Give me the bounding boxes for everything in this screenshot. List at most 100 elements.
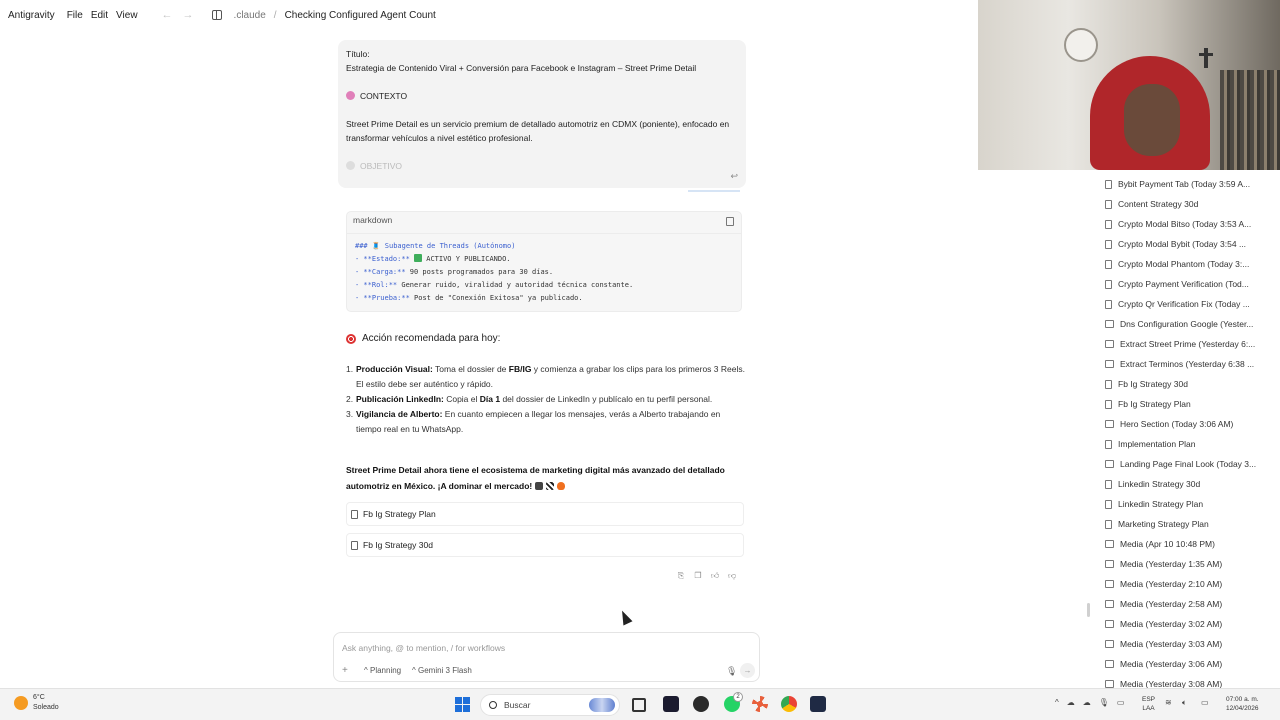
image-file-icon xyxy=(1105,420,1114,428)
back-arrow-icon[interactable]: ← xyxy=(162,9,173,21)
prompt-next-label: OBJETIVO xyxy=(360,161,403,171)
sidebar-artifact-item[interactable]: Implementation Plan xyxy=(1096,434,1280,454)
forward-arrow-icon[interactable]: → xyxy=(183,9,194,21)
microphone-icon[interactable]: 🎙︎ xyxy=(726,666,737,677)
sidebar-artifact-label: Media (Yesterday 3:02 AM) xyxy=(1120,619,1223,629)
chrome-icon[interactable] xyxy=(781,696,797,712)
sidebar-artifact-item[interactable]: Landing Page Final Look (Today 3... xyxy=(1096,454,1280,474)
sidebar-artifact-item[interactable]: Bybit Payment Tab (Today 3:59 A... xyxy=(1096,174,1280,194)
bookmark-icon[interactable]: ⎘ xyxy=(676,571,686,581)
document-icon xyxy=(1105,259,1112,269)
search-highlight-image xyxy=(589,698,615,712)
sidebar-artifact-item[interactable]: Marketing Strategy Plan xyxy=(1096,514,1280,534)
code-content: ### 🧵 Subagente de Threads (Autónomo) - … xyxy=(355,240,633,305)
sidebar-artifact-item[interactable]: Fb Ig Strategy 30d xyxy=(1096,374,1280,394)
prompt-context-heading: CONTEXTO xyxy=(346,89,738,103)
sidebar-artifact-item[interactable]: Media (Yesterday 3:08 AM) xyxy=(1096,674,1280,688)
sidebar-artifact-item[interactable]: Dns Configuration Google (Yester... xyxy=(1096,314,1280,334)
menu-edit[interactable]: Edit xyxy=(91,10,108,21)
sidebar-artifact-item[interactable]: Linkedin Strategy 30d xyxy=(1096,474,1280,494)
weather-widget[interactable]: 6°C Soleado xyxy=(14,693,59,713)
sidebar-artifact-item[interactable]: Media (Yesterday 2:58 AM) xyxy=(1096,594,1280,614)
document-icon xyxy=(1105,219,1112,229)
antigravity-icon[interactable] xyxy=(810,696,826,712)
claude-icon[interactable] xyxy=(752,696,768,712)
brain-icon xyxy=(346,91,355,100)
image-file-icon xyxy=(1105,640,1114,648)
search-icon xyxy=(489,701,497,709)
breadcrumb-root[interactable]: .claude xyxy=(234,10,266,21)
weather-condition: Soleado xyxy=(33,704,59,711)
volume-icon[interactable]: 🔈︎ xyxy=(1182,698,1187,708)
sidebar-artifact-item[interactable]: Media (Yesterday 3:02 AM) xyxy=(1096,614,1280,634)
file-link-fb-ig-strategy-30d[interactable]: Fb Ig Strategy 30d xyxy=(346,533,744,557)
sidebar-artifact-item[interactable]: Crypto Modal Bitso (Today 3:53 A... xyxy=(1096,214,1280,234)
sidebar-artifact-item[interactable]: Media (Yesterday 1:35 AM) xyxy=(1096,554,1280,574)
image-file-icon xyxy=(1105,540,1114,548)
undo-icon[interactable]: ↩ xyxy=(730,169,738,183)
code-line-5-key: - **Prueba:** xyxy=(355,294,410,302)
sidebar-artifact-label: Linkedin Strategy Plan xyxy=(1118,499,1204,509)
sidebar-artifact-item[interactable]: Hero Section (Today 3:06 AM) xyxy=(1096,414,1280,434)
menu-file[interactable]: File xyxy=(67,10,83,21)
sidebar-artifact-item[interactable]: Media (Apr 10 10:48 PM) xyxy=(1096,534,1280,554)
sidebar-artifact-item[interactable]: Media (Yesterday 3:03 AM) xyxy=(1096,634,1280,654)
taskbar-clock[interactable]: 07:00 a. m. 12/04/2026 xyxy=(1226,695,1259,713)
checkered-flag-icon xyxy=(546,481,555,490)
send-button[interactable]: → xyxy=(740,663,755,678)
thumbs-up-icon[interactable]: 👍︎ xyxy=(710,571,720,581)
copy-message-icon[interactable]: ❐ xyxy=(693,571,703,581)
add-context-icon[interactable]: + xyxy=(342,665,348,676)
app-icon-dark[interactable] xyxy=(693,696,709,712)
chevron-up-icon[interactable]: ^ xyxy=(1055,698,1059,707)
temperature: 6°C xyxy=(33,694,45,701)
wifi-icon[interactable]: ≋ xyxy=(1165,698,1172,707)
sidebar-artifact-item[interactable]: Crypto Modal Bybit (Today 3:54 ... xyxy=(1096,234,1280,254)
menu-view[interactable]: View xyxy=(116,10,138,21)
wall-cross xyxy=(1199,48,1213,68)
document-icon xyxy=(351,509,358,519)
message-actions: ⎘ ❐ 👍︎ 👎︎ xyxy=(676,571,737,581)
sidebar-artifact-item[interactable]: Linkedin Strategy Plan xyxy=(1096,494,1280,514)
file-link-fb-ig-strategy-plan[interactable]: Fb Ig Strategy Plan xyxy=(346,502,744,526)
code-line-4-value: Generar ruido, viralidad y autoridad téc… xyxy=(397,281,634,289)
sidebar-artifact-label: Media (Yesterday 3:06 AM) xyxy=(1120,659,1223,669)
copy-icon[interactable] xyxy=(726,217,734,226)
chat-input[interactable] xyxy=(342,643,722,653)
search-label: Buscar xyxy=(504,700,531,710)
windows-start-icon[interactable] xyxy=(455,697,470,712)
mode-selector[interactable]: ^ Planning xyxy=(364,666,401,675)
sidebar-artifact-label: Content Strategy 30d xyxy=(1118,199,1199,209)
sidebar-artifact-item[interactable]: Extract Street Prime (Yesterday 6:... xyxy=(1096,334,1280,354)
cloud-icon[interactable]: ☁ xyxy=(1067,698,1075,707)
checkmark-icon xyxy=(414,254,423,262)
file-explorer-icon[interactable] xyxy=(632,698,646,712)
battery-status-icon[interactable]: ▭ xyxy=(1201,698,1209,707)
thumbs-down-icon[interactable]: 👎︎ xyxy=(727,571,737,581)
terminal-icon[interactable] xyxy=(663,696,679,712)
onedrive-icon[interactable]: ☁ xyxy=(1083,698,1091,707)
target-icon xyxy=(346,333,356,344)
sidebar-artifact-item[interactable]: Fb Ig Strategy Plan xyxy=(1096,394,1280,414)
model-selector[interactable]: ^ Gemini 3 Flash xyxy=(412,666,472,675)
taskbar-search[interactable]: Buscar xyxy=(480,694,620,716)
webcam-overlay xyxy=(978,0,1280,170)
image-file-icon xyxy=(1105,320,1114,328)
scrollbar[interactable] xyxy=(1087,603,1090,617)
sidebar-artifact-item[interactable]: Crypto Qr Verification Fix (Today ... xyxy=(1096,294,1280,314)
image-file-icon xyxy=(1105,620,1114,628)
toggle-panel-icon[interactable] xyxy=(211,10,222,20)
sidebar-artifact-label: Bybit Payment Tab (Today 3:59 A... xyxy=(1118,179,1251,189)
sidebar-artifact-item[interactable]: Media (Yesterday 3:06 AM) xyxy=(1096,654,1280,674)
sidebar-artifact-label: Crypto Modal Bybit (Today 3:54 ... xyxy=(1118,239,1247,249)
code-line-4-key: - **Rol:** xyxy=(355,281,398,289)
sidebar-artifact-item[interactable]: Extract Terminos (Yesterday 6:38 ... xyxy=(1096,354,1280,374)
sidebar-artifact-item[interactable]: Crypto Payment Verification (Tod... xyxy=(1096,274,1280,294)
sidebar-artifact-item[interactable]: Crypto Modal Phantom (Today 3:... xyxy=(1096,254,1280,274)
input-language[interactable]: ESP LAA xyxy=(1142,695,1155,713)
sidebar-artifact-item[interactable]: Media (Yesterday 2:10 AM) xyxy=(1096,574,1280,594)
sidebar-artifact-item[interactable]: Content Strategy 30d xyxy=(1096,194,1280,214)
code-line-2-key: - **Estado:** xyxy=(355,255,410,263)
mic-tray-icon[interactable]: 🎙︎ xyxy=(1099,698,1109,707)
battery-icon[interactable]: ▭ xyxy=(1117,698,1125,707)
